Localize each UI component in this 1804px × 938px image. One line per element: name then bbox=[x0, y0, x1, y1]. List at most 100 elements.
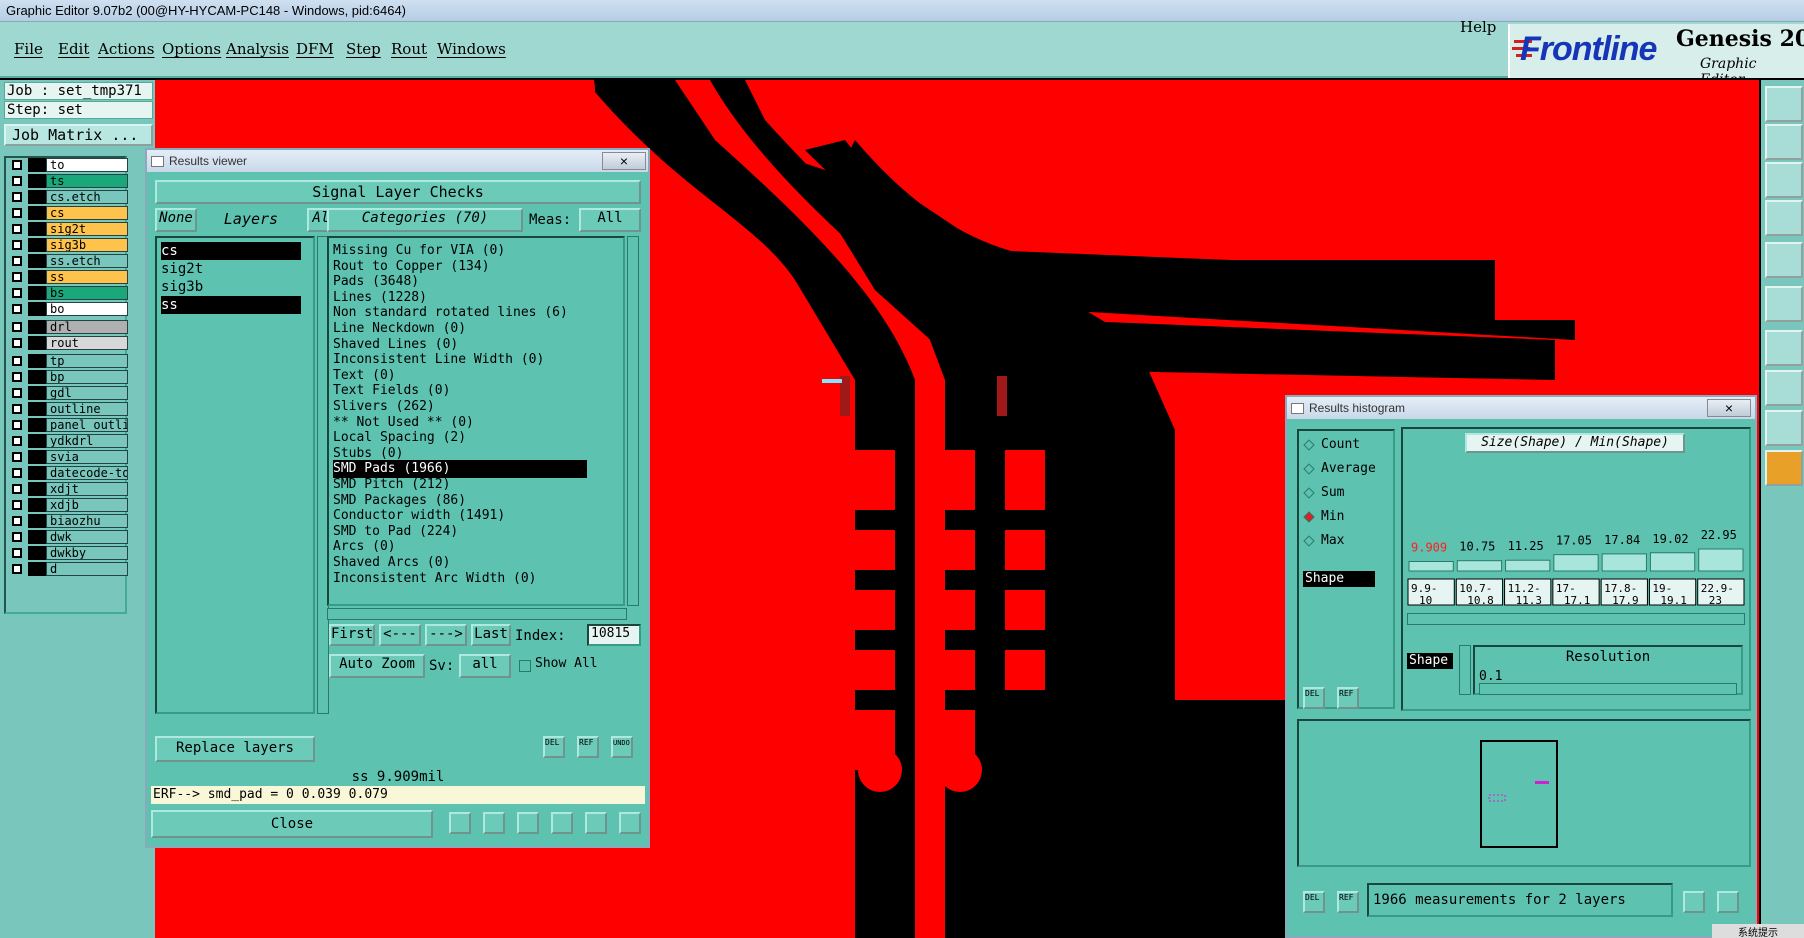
layer-row[interactable]: xdjt bbox=[8, 482, 128, 496]
categories-button[interactable]: Categories (70) bbox=[327, 208, 523, 232]
layer-row[interactable]: panel_outline bbox=[8, 418, 128, 432]
layer-row[interactable]: d bbox=[8, 562, 128, 576]
layer-row[interactable]: ts bbox=[8, 174, 128, 188]
layer-checkbox[interactable] bbox=[12, 192, 22, 202]
layer-checkbox[interactable] bbox=[12, 532, 22, 542]
pointer-icon[interactable] bbox=[1765, 450, 1803, 486]
zoom-icon[interactable] bbox=[483, 812, 505, 834]
ref-button[interactable]: REF bbox=[1337, 891, 1359, 913]
meas-select[interactable]: All bbox=[579, 208, 641, 232]
layer-checkbox[interactable] bbox=[12, 452, 22, 462]
histogram-bar[interactable] bbox=[1456, 560, 1503, 572]
net-icon[interactable] bbox=[1765, 286, 1803, 322]
menu-help[interactable]: Help bbox=[1460, 18, 1496, 36]
radio-diamond-icon[interactable] bbox=[1303, 439, 1315, 451]
layer-row[interactable]: gdl bbox=[8, 386, 128, 400]
layer-checkbox[interactable] bbox=[12, 208, 22, 218]
layer-row[interactable]: cs.etch bbox=[8, 190, 128, 204]
layer-checkbox[interactable] bbox=[12, 160, 22, 170]
layer-row[interactable]: outline bbox=[8, 402, 128, 416]
select-icon[interactable] bbox=[1765, 370, 1803, 406]
layer-item[interactable]: ss bbox=[161, 296, 301, 314]
layer-checkbox[interactable] bbox=[12, 372, 22, 382]
layer-row[interactable]: biaozhu bbox=[8, 514, 128, 528]
zoom-home-icon[interactable] bbox=[1765, 86, 1803, 122]
job-matrix-button[interactable]: Job Matrix ... bbox=[4, 124, 153, 146]
menu-step[interactable]: Step bbox=[346, 40, 381, 58]
histogram-bar[interactable] bbox=[1601, 553, 1647, 572]
zoom-fit-icon[interactable] bbox=[1765, 162, 1803, 198]
layer-checkbox[interactable] bbox=[12, 224, 22, 234]
layer-checkbox[interactable] bbox=[12, 420, 22, 430]
layer-row[interactable]: datecode-to bbox=[8, 466, 128, 480]
close-icon[interactable]: × bbox=[1707, 399, 1751, 417]
layer-row[interactable]: dwkby bbox=[8, 546, 128, 560]
zoom-icon[interactable] bbox=[1683, 891, 1705, 913]
layer-checkbox[interactable] bbox=[12, 356, 22, 366]
del-button[interactable]: DEL bbox=[1303, 687, 1325, 709]
layer-row[interactable]: drl bbox=[8, 320, 128, 334]
radio-diamond-icon[interactable] bbox=[1303, 487, 1315, 499]
prev-button[interactable]: <--- bbox=[379, 624, 421, 646]
layer-checkbox[interactable] bbox=[12, 500, 22, 510]
next-button[interactable]: ---> bbox=[425, 624, 467, 646]
histogram-bar[interactable] bbox=[1408, 561, 1454, 572]
layer-row[interactable]: bo bbox=[8, 302, 128, 316]
menu-dfm[interactable]: DFM bbox=[296, 40, 334, 58]
layer-checkbox[interactable] bbox=[12, 388, 22, 398]
layer-item[interactable]: sig3b bbox=[161, 278, 203, 296]
layer-checkbox[interactable] bbox=[12, 256, 22, 266]
replace-layers-select[interactable]: Replace layers bbox=[155, 736, 315, 762]
layer-checkbox[interactable] bbox=[12, 288, 22, 298]
layer-row[interactable]: ydkdrl bbox=[8, 434, 128, 448]
layer-checkbox[interactable] bbox=[12, 468, 22, 478]
measure-icon[interactable] bbox=[1765, 330, 1803, 366]
layer-checkbox[interactable] bbox=[12, 240, 22, 250]
radio-diamond-icon[interactable] bbox=[1303, 511, 1315, 523]
histogram-bar[interactable] bbox=[1553, 554, 1599, 572]
histogram-bar[interactable] bbox=[1649, 552, 1696, 572]
menu-windows[interactable]: Windows bbox=[437, 40, 506, 58]
zoom-in-icon[interactable] bbox=[1765, 124, 1803, 160]
show-all-checkbox[interactable] bbox=[519, 660, 531, 672]
ref-button[interactable]: REF bbox=[1337, 687, 1359, 709]
category-item[interactable]: Inconsistent Arc Width (0) bbox=[333, 570, 537, 588]
category-list[interactable]: Missing Cu for VIA (0) Rout to Copper (13… bbox=[327, 236, 625, 606]
layer-row[interactable]: cs bbox=[8, 206, 128, 220]
radio-diamond-icon[interactable] bbox=[1303, 463, 1315, 475]
close-button[interactable]: Close bbox=[151, 810, 433, 838]
report-icon[interactable] bbox=[585, 812, 607, 834]
category-list-scrollbar[interactable] bbox=[627, 236, 639, 606]
menu-options[interactable]: Options bbox=[162, 40, 221, 58]
info-icon[interactable] bbox=[449, 812, 471, 834]
close-icon[interactable]: × bbox=[602, 152, 646, 170]
shape-label[interactable]: Shape bbox=[1303, 571, 1375, 587]
layer-checkbox[interactable] bbox=[12, 564, 22, 574]
number-icon[interactable] bbox=[551, 812, 573, 834]
pan-icon[interactable] bbox=[1765, 200, 1803, 236]
layer-row[interactable]: rout bbox=[8, 336, 128, 350]
layer-checkbox[interactable] bbox=[12, 304, 22, 314]
layer-row[interactable]: dwk bbox=[8, 530, 128, 544]
radio-diamond-icon[interactable] bbox=[1303, 535, 1315, 547]
layer-checkbox[interactable] bbox=[12, 404, 22, 414]
layer-row[interactable]: to bbox=[8, 158, 128, 172]
layer-checkbox[interactable] bbox=[12, 484, 22, 494]
layer-row[interactable]: bp bbox=[8, 370, 128, 384]
layer-checkbox[interactable] bbox=[12, 516, 22, 526]
layer-list[interactable]: to ts cs.etch cs sig2t sig3b ss.etch ss bs bo drl r… bbox=[4, 156, 128, 614]
menu-analysis[interactable]: Analysis bbox=[226, 40, 289, 58]
sv-select[interactable]: all bbox=[459, 654, 511, 678]
layer-item[interactable]: sig2t bbox=[161, 260, 203, 278]
histogram-icon[interactable] bbox=[619, 812, 641, 834]
layer-row[interactable]: svia bbox=[8, 450, 128, 464]
select-icon[interactable] bbox=[1717, 891, 1739, 913]
layer-row[interactable]: ss.etch bbox=[8, 254, 128, 268]
auto-zoom-select[interactable]: Auto Zoom bbox=[329, 654, 425, 678]
layer-checkbox[interactable] bbox=[12, 436, 22, 446]
menu-rout[interactable]: Rout bbox=[391, 40, 427, 58]
system-tray[interactable]: 系统提示 bbox=[1712, 924, 1804, 938]
ref-button[interactable]: REF bbox=[577, 736, 599, 758]
menu-file[interactable]: File bbox=[14, 40, 43, 58]
layer-row[interactable]: sig2t bbox=[8, 222, 128, 236]
